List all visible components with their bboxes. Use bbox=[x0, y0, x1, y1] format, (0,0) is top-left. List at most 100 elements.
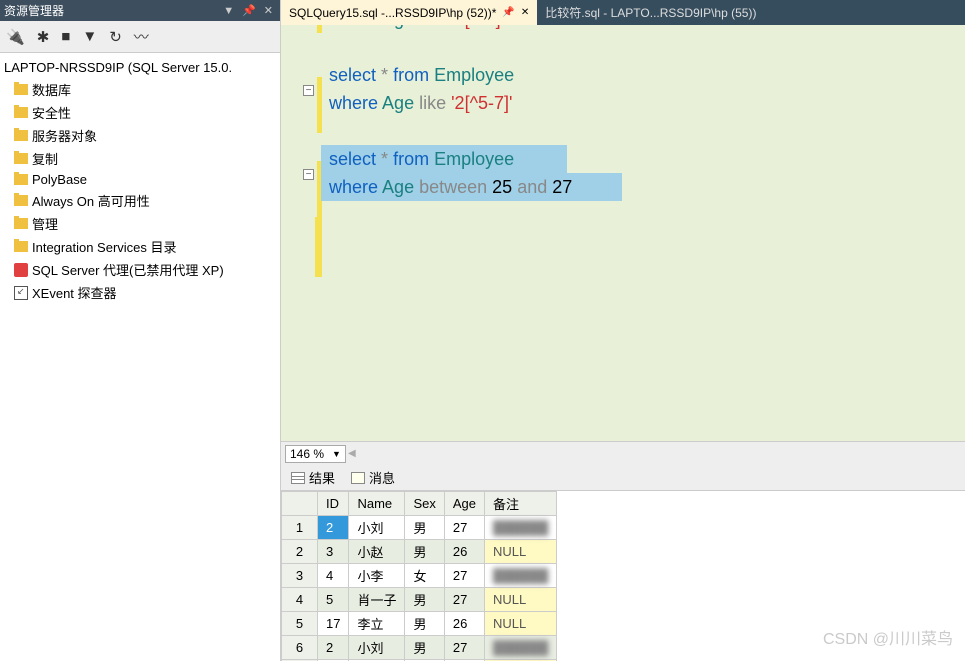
cell[interactable]: 李立 bbox=[349, 612, 405, 636]
close-icon[interactable]: ✕ bbox=[521, 7, 529, 18]
cell[interactable]: 3 bbox=[318, 540, 349, 564]
tree-item[interactable]: XEvent 探查器 bbox=[2, 281, 278, 304]
close-icon[interactable]: ✕ bbox=[261, 4, 276, 17]
cell[interactable]: 小赵 bbox=[349, 540, 405, 564]
cell[interactable]: 男 bbox=[405, 612, 444, 636]
tree-item[interactable]: Always On 高可用性 bbox=[2, 189, 278, 212]
cell[interactable]: 27 bbox=[444, 588, 484, 612]
cell[interactable]: 26 bbox=[444, 540, 484, 564]
tree-item[interactable]: 服务器对象 bbox=[2, 124, 278, 147]
pin-icon[interactable]: 📌 bbox=[239, 4, 259, 17]
cell[interactable]: 小李 bbox=[349, 564, 405, 588]
row-number[interactable]: 5 bbox=[282, 612, 318, 636]
code-line[interactable]: where Age like '2[5-7]' bbox=[329, 25, 504, 33]
sql-editor[interactable]: − − where Age like '2[5-7]' select * from… bbox=[281, 25, 965, 441]
document-tab[interactable]: SQLQuery15.sql -...RSSD9IP\hp (52))* 📌 ✕ bbox=[281, 0, 537, 25]
tree-item[interactable]: 管理 bbox=[2, 212, 278, 235]
results-grid[interactable]: IDNameSexAge备注 12小刘男27██████23小赵男26NULL3… bbox=[281, 491, 965, 661]
cell[interactable]: 小刘 bbox=[349, 636, 405, 660]
cell[interactable]: 17 bbox=[318, 612, 349, 636]
document-tab[interactable]: 比较符.sql - LAPTO...RSSD9IP\hp (55)) bbox=[537, 0, 764, 25]
code-area[interactable]: where Age like '2[5-7]' select * from Emp… bbox=[321, 25, 965, 441]
row-number[interactable]: 1 bbox=[282, 516, 318, 540]
cell[interactable]: 27 bbox=[444, 516, 484, 540]
cell[interactable]: 肖一子 bbox=[349, 588, 405, 612]
tree-item[interactable]: 复制 bbox=[2, 147, 278, 170]
tree-item[interactable]: 安全性 bbox=[2, 101, 278, 124]
column-header[interactable]: ID bbox=[318, 492, 349, 516]
stop-icon[interactable]: ■ bbox=[59, 26, 72, 47]
row-number[interactable]: 6 bbox=[282, 636, 318, 660]
table-row[interactable]: 45肖一子男27NULL bbox=[282, 588, 557, 612]
column-header[interactable]: Sex bbox=[405, 492, 444, 516]
cell[interactable]: NULL bbox=[485, 540, 557, 564]
folder-icon bbox=[14, 84, 28, 95]
refresh-icon[interactable]: ↻ bbox=[107, 26, 124, 48]
cell[interactable]: 27 bbox=[444, 636, 484, 660]
column-header[interactable]: Age bbox=[444, 492, 484, 516]
tree-item[interactable]: SQL Server 代理(已禁用代理 XP) bbox=[2, 258, 278, 281]
cell[interactable]: 女 bbox=[405, 564, 444, 588]
document-tabs: SQLQuery15.sql -...RSSD9IP\hp (52))* 📌 ✕ 比较… bbox=[281, 0, 965, 25]
chevron-down-icon: ▼ bbox=[332, 449, 341, 459]
server-node[interactable]: LAPTOP-NRSSD9IP (SQL Server 15.0. bbox=[2, 57, 278, 78]
tree-item-label: 复制 bbox=[32, 149, 58, 168]
cell[interactable]: 27 bbox=[444, 564, 484, 588]
tree-item[interactable]: 数据库 bbox=[2, 78, 278, 101]
code-line[interactable]: where Age between 25 and 27 bbox=[329, 173, 572, 201]
cell[interactable]: ██████ bbox=[485, 636, 557, 660]
row-number[interactable]: 2 bbox=[282, 540, 318, 564]
cell[interactable]: 4 bbox=[318, 564, 349, 588]
cell[interactable]: ██████ bbox=[485, 564, 557, 588]
code-line[interactable]: where Age like '2[^5-7]' bbox=[329, 89, 512, 117]
editor-gutter: − − bbox=[281, 25, 321, 441]
xevent-icon bbox=[14, 286, 28, 300]
tree-item[interactable]: Integration Services 目录 bbox=[2, 235, 278, 258]
connect-icon[interactable]: 🔌 bbox=[4, 26, 27, 48]
table-row[interactable]: 23小赵男26NULL bbox=[282, 540, 557, 564]
cell[interactable]: 小刘 bbox=[349, 516, 405, 540]
disconnect-icon[interactable]: ✱ bbox=[35, 26, 52, 48]
collapse-toggle[interactable]: − bbox=[303, 85, 314, 96]
cell[interactable]: 男 bbox=[405, 540, 444, 564]
tab-messages[interactable]: 消息 bbox=[345, 466, 401, 489]
folder-icon bbox=[14, 130, 28, 141]
panel-title: 资源管理器 bbox=[4, 2, 220, 19]
table-row[interactable]: 62小刘男27██████ bbox=[282, 636, 557, 660]
object-tree[interactable]: LAPTOP-NRSSD9IP (SQL Server 15.0. 数据库安全性… bbox=[0, 53, 280, 661]
object-explorer-toolbar: 🔌 ✱ ■ ▼ ↻ 〰 bbox=[0, 21, 280, 53]
cell[interactable]: NULL bbox=[485, 588, 557, 612]
activity-icon[interactable]: 〰 bbox=[132, 24, 151, 49]
cell[interactable]: ██████ bbox=[485, 516, 557, 540]
filter-icon[interactable]: ▼ bbox=[80, 26, 99, 47]
cell[interactable]: 2 bbox=[318, 516, 349, 540]
table-row[interactable]: 517李立男26NULL bbox=[282, 612, 557, 636]
cell[interactable]: 5 bbox=[318, 588, 349, 612]
column-header[interactable]: 备注 bbox=[485, 492, 557, 516]
cell[interactable]: 2 bbox=[318, 636, 349, 660]
main-area: SQLQuery15.sql -...RSSD9IP\hp (52))* 📌 ✕ 比较… bbox=[281, 0, 965, 661]
message-icon bbox=[351, 472, 365, 484]
table-row[interactable]: 12小刘男27██████ bbox=[282, 516, 557, 540]
code-line[interactable]: select * from Employee bbox=[329, 145, 514, 173]
row-number[interactable]: 4 bbox=[282, 588, 318, 612]
row-number[interactable]: 3 bbox=[282, 564, 318, 588]
column-header[interactable] bbox=[282, 492, 318, 516]
cell[interactable]: 男 bbox=[405, 516, 444, 540]
dropdown-icon[interactable]: ▼ bbox=[220, 5, 237, 17]
cell[interactable]: 男 bbox=[405, 636, 444, 660]
cell[interactable]: 26 bbox=[444, 612, 484, 636]
tab-label: SQLQuery15.sql -...RSSD9IP\hp (52))* bbox=[289, 6, 496, 20]
tree-item[interactable]: PolyBase bbox=[2, 170, 278, 189]
tab-results[interactable]: 结果 bbox=[285, 466, 341, 489]
table-row[interactable]: 34小李女27██████ bbox=[282, 564, 557, 588]
tree-item-label: 服务器对象 bbox=[32, 126, 97, 145]
zoom-dropdown[interactable]: 146 % ▼ bbox=[285, 445, 346, 463]
column-header[interactable]: Name bbox=[349, 492, 405, 516]
cell[interactable]: NULL bbox=[485, 612, 557, 636]
collapse-toggle[interactable]: − bbox=[303, 169, 314, 180]
folder-icon bbox=[14, 241, 28, 252]
cell[interactable]: 男 bbox=[405, 588, 444, 612]
code-line[interactable]: select * from Employee bbox=[329, 61, 514, 89]
pin-icon[interactable]: 📌 bbox=[502, 7, 514, 18]
